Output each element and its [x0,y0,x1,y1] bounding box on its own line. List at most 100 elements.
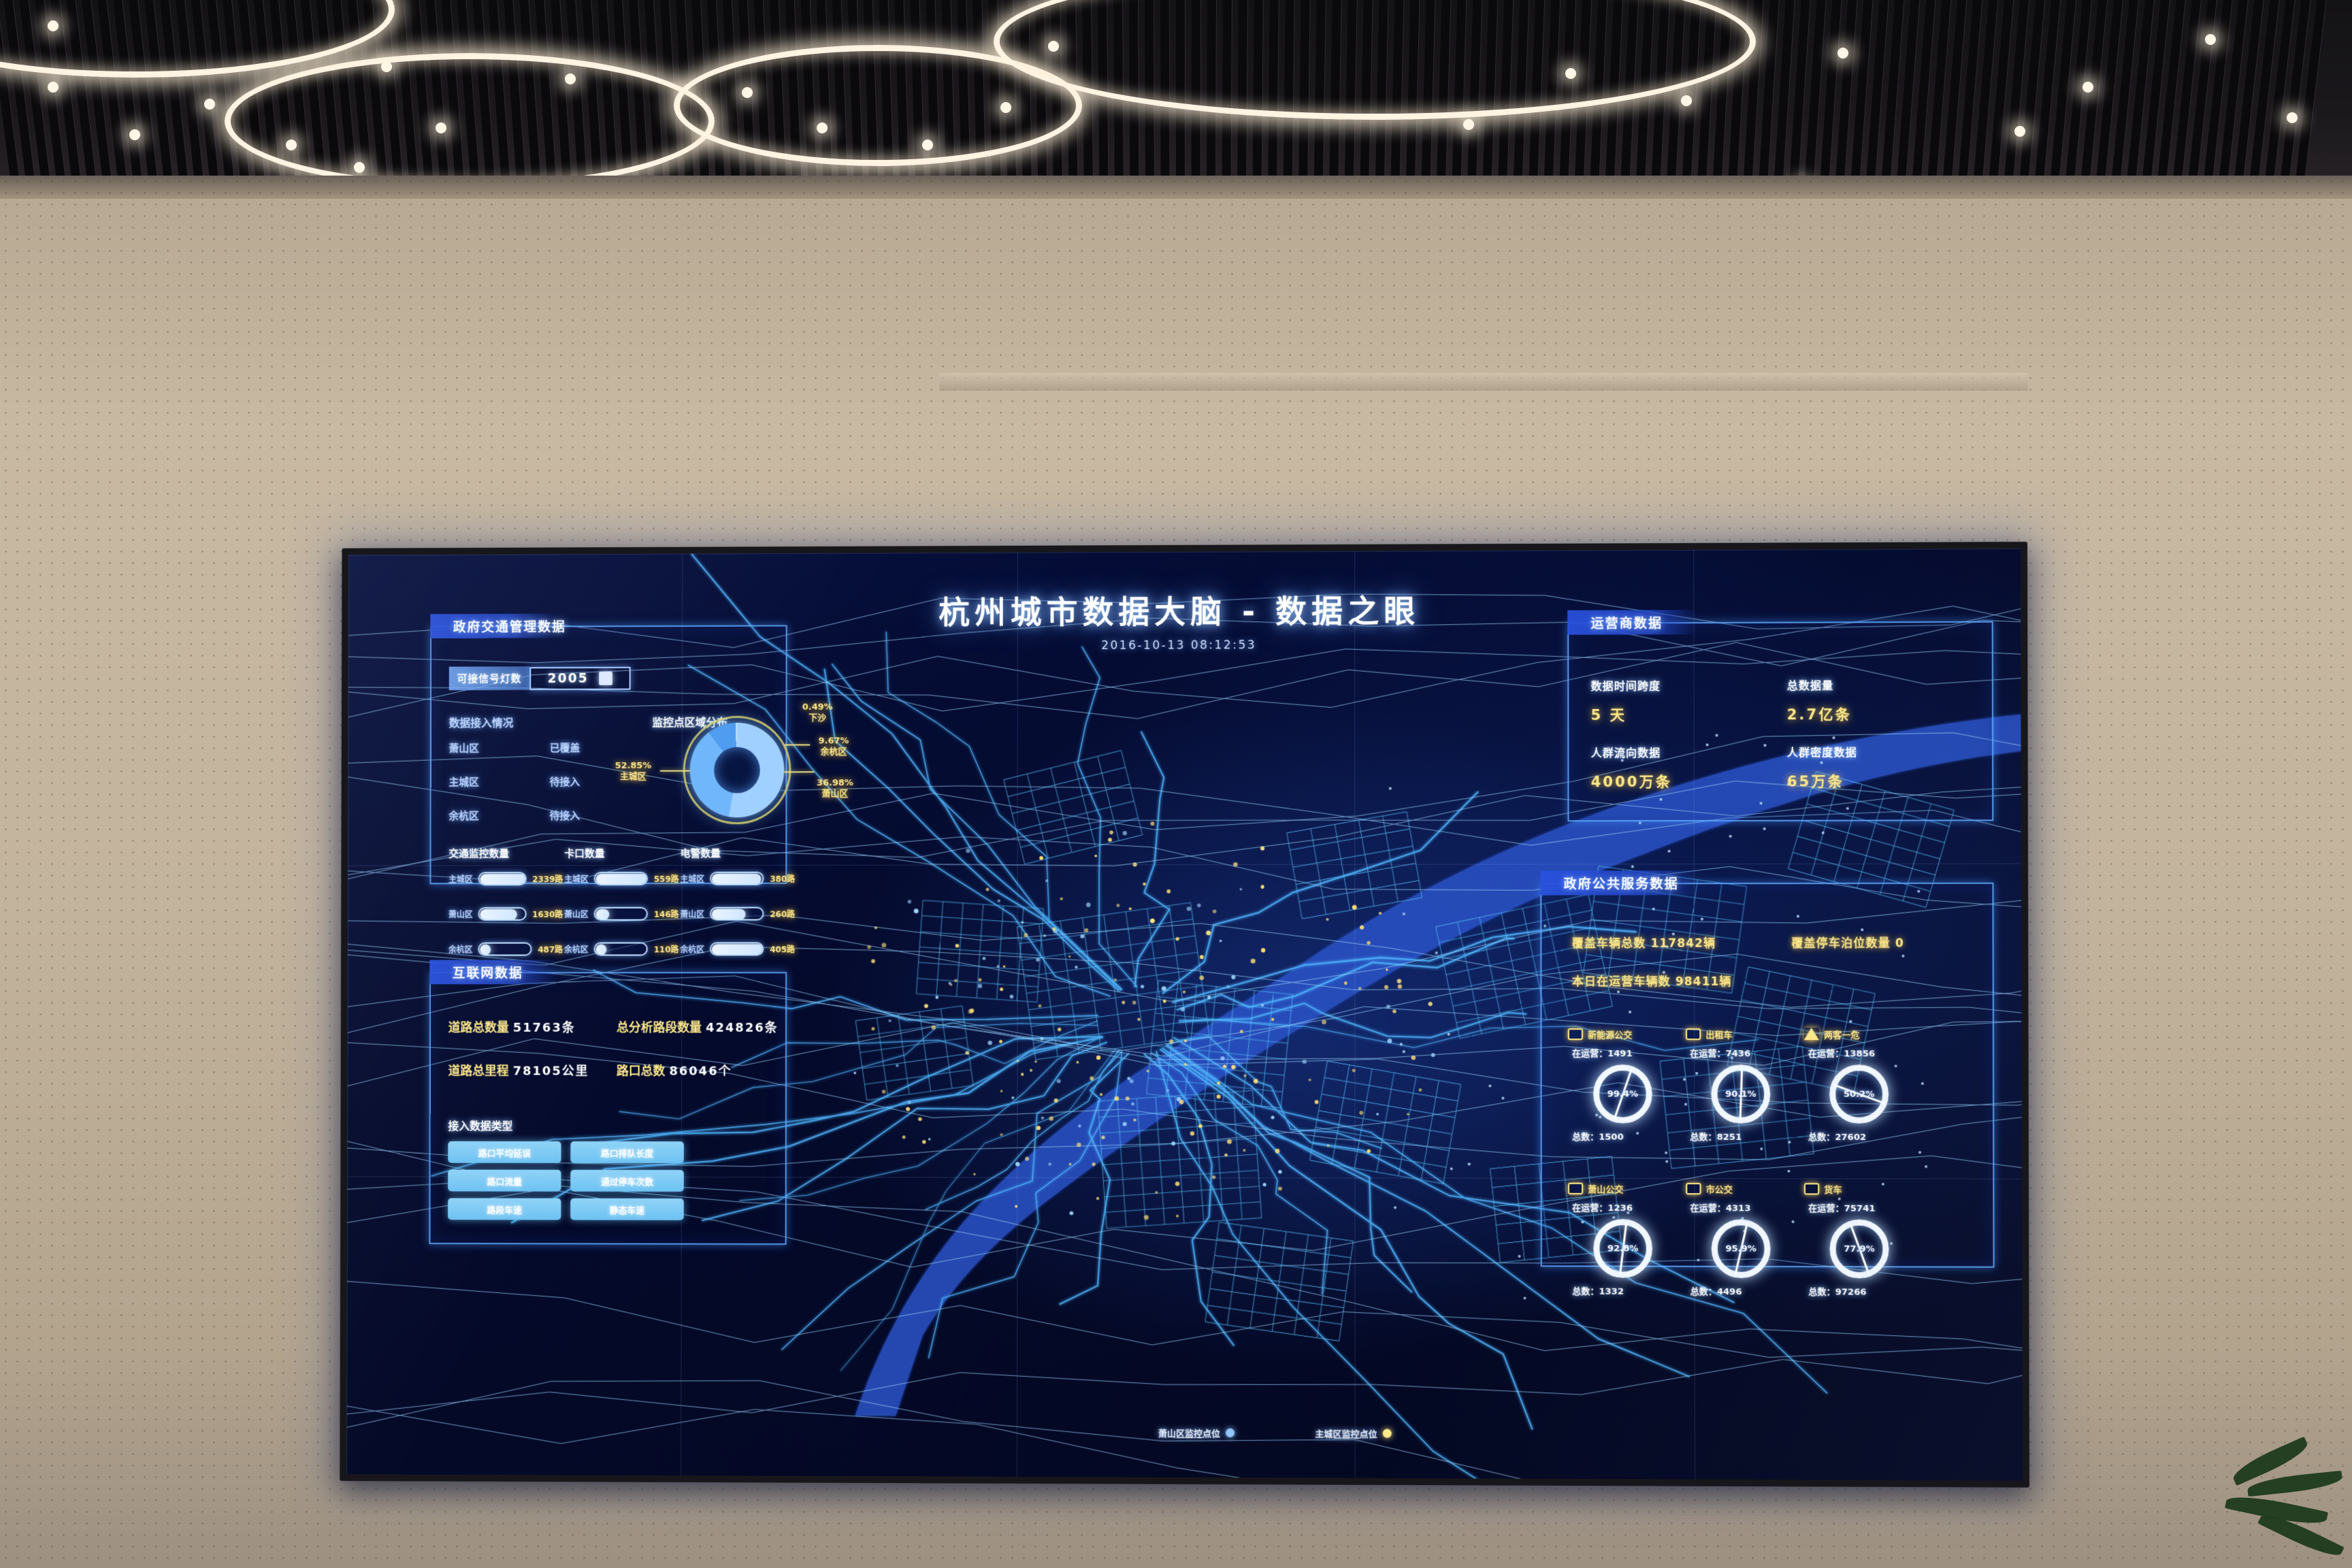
bar-fill [712,873,762,885]
dashboard-title-block: 杭州城市数据大脑 - 数据之眼 2016-10-13 08:12:53 [938,586,1420,653]
gauge-市公交: 市公交 在运营：4313 95.9% 总数：4496 [1686,1181,1796,1297]
bar-label: 主城区 [448,874,473,884]
stat-covered-vehicles: 覆盖车辆总数 117842辆 [1571,936,1716,951]
bar-row: 萧山区 146路 [564,906,679,921]
gauge-percent: 77.9% [1844,1243,1875,1254]
data-type-button-4[interactable]: 通过停车次数 [570,1169,684,1192]
gauge-新能源公交: 新能源公交 在运营：1491 99.4% 总数：1500 [1567,1026,1678,1143]
dashboard-screen: 杭州城市数据大脑 - 数据之眼 2016-10-13 08:12:53 政府交通… [346,549,2023,1481]
bar-fill [480,944,491,956]
gauge-head: 出租车 [1686,1026,1796,1041]
gauge-head: 两客一危 [1804,1026,1914,1041]
signal-light-row: 可接信号灯数 2005 [448,666,631,691]
bar-row: 萧山区 1630路 [448,906,563,921]
bar-group-title: 电警数量 [680,847,721,860]
gauge-name: 两客一危 [1823,1030,1860,1041]
bar-row: 余杭区 405路 [680,941,795,956]
panel-header-internet: 互联网数据 [429,960,558,985]
video-wall-bezel: 杭州城市数据大脑 - 数据之眼 2016-10-13 08:12:53 政府交通… [340,542,2029,1488]
data-type-button-3[interactable]: 路口流量 [448,1169,561,1192]
bar-row: 余杭区 487路 [448,942,563,957]
data-type-button-2[interactable]: 路口排队长度 [570,1141,684,1164]
donut-label-zhucheng: 52.85% 主城区 [615,760,652,783]
gauge-operating: 在运营：1491 [1571,1049,1633,1060]
wall-ledge [939,373,2028,391]
legend-item-2: 主城区监控点位 [1315,1426,1392,1440]
bar-fill [711,909,746,920]
bar-row: 主城区 2339路 [448,871,563,886]
bar-label: 萧山区 [448,909,473,919]
legend-label: 主城区监控点位 [1315,1429,1377,1440]
stat-intersection-count: 路口总数 86046个 [616,1064,732,1079]
signal-light-value-box: 2005 [529,666,631,690]
access-district: 主城区 [448,776,479,789]
data-type-button-1[interactable]: 路口平均延误 [448,1141,561,1163]
stat-covered-parking: 覆盖停车泊位数量 0 [1791,936,1904,951]
gauge-name: 萧山公交 [1588,1184,1624,1195]
gauge-head: 萧山公交 [1567,1181,1678,1196]
bar-group: 电警数量 主城区 380路 萧山区 260路 余杭区 405路 [680,846,795,977]
gauge-percent: 90.1% [1725,1089,1757,1100]
bar-track [593,872,648,885]
metric-crowd-flow: 人群流向数据 4000万条 [1590,746,1672,791]
panel-header-operator: 运营商数据 [1567,610,1698,635]
gauge-percent: 50.2% [1843,1089,1875,1100]
gauge-萧山公交: 萧山公交 在运营：1236 92.8% 总数：1332 [1567,1181,1678,1297]
bar-label: 萧山区 [680,909,705,919]
donut-leader-line [659,770,690,772]
access-status-title: 数据接入情况 [448,716,514,730]
donut-outer-ring [683,715,791,825]
data-type-button-5[interactable]: 路段车速 [448,1198,561,1220]
gauge-operating: 在运营：7436 [1690,1049,1751,1060]
access-status: 已覆盖 [549,742,581,755]
donut-label-xiasha: 0.49% 下沙 [802,702,833,723]
bar-row: 主城区 380路 [680,871,795,886]
bus-icon [1567,1182,1584,1194]
gauge-operating: 在运营：1236 [1572,1203,1633,1214]
timestamp: 2016-10-13 08:12:53 [1101,638,1257,653]
bar-track [709,942,764,956]
monitor-distribution-donut: 0.49% 下沙 9.67% 余杭区 36.98% 萧山区 52.85% 主城区 [615,702,853,843]
signal-light-value: 2005 [547,670,589,686]
access-district: 余杭区 [448,809,479,822]
truck-icon [1803,1182,1820,1195]
panel-title: 政府公共服务数据 [1563,876,1679,892]
panel-header-gov-traffic: 政府交通管理数据 [430,613,566,639]
panel-operator: 运营商数据 数据时间跨度 5 天 总数据量 2.7亿条 人群流向数据 4000万条 人… [1567,609,1994,822]
gauge-total: 总数：97266 [1808,1287,1867,1298]
access-row: 萧山区 已覆盖 [449,740,651,755]
access-district: 萧山区 [448,742,480,755]
data-type-button-grid: 路口平均延误 路口排队长度 路口流量 通过停车次数 路段车速 静态车速 [448,1141,684,1220]
bar-value: 2339路 [532,874,564,884]
access-row: 余杭区 待接入 [448,808,651,823]
metric-crowd-density: 人群密度数据 65万条 [1786,746,1857,790]
page-title: 杭州城市数据大脑 - 数据之眼 [938,592,1420,631]
bar-track [478,872,527,886]
taxi-icon [1686,1028,1701,1040]
gauge-name: 出租车 [1705,1030,1733,1041]
bar-fill [595,873,648,885]
stat-road-count: 道路总数量 51763条 [448,1020,576,1035]
bar-label: 余杭区 [680,944,705,954]
bar-fill [480,909,517,920]
donut-label-xiaoshan: 36.98% 萧山区 [816,778,853,800]
panel-internet: 互联网数据 道路总数量 51763条 总分析路段数量 424826条 道路总里程… [429,960,787,1245]
bus-icon [1567,1028,1583,1040]
panel-header-public-service: 政府公共服务数据 [1540,870,1698,896]
donut-leader-line [784,771,815,773]
legend-item-1: 萧山区监控点位 [1158,1426,1235,1439]
gauge-name: 市公交 [1705,1184,1733,1195]
gauge-operating: 在运营：75741 [1808,1203,1876,1214]
legend-label: 萧山区监控点位 [1158,1428,1221,1439]
gauge-name: 新能源公交 [1587,1030,1633,1041]
gauge-出租车: 出租车 在运营：7436 90.1% 总数：8251 [1686,1026,1796,1143]
bar-group-title: 卡口数量 [564,847,605,860]
gauge-head: 货车 [1803,1181,1914,1196]
gauge-total: 总数：27602 [1808,1132,1867,1143]
data-type-button-6[interactable]: 静态车速 [570,1198,684,1220]
warn-icon [1804,1028,1819,1040]
ceiling-light-ring-left [225,53,715,189]
signal-light-label: 可接信号灯数 [448,666,530,691]
gauge-ring: 77.9% [1829,1219,1889,1279]
bar-fill [595,909,610,920]
